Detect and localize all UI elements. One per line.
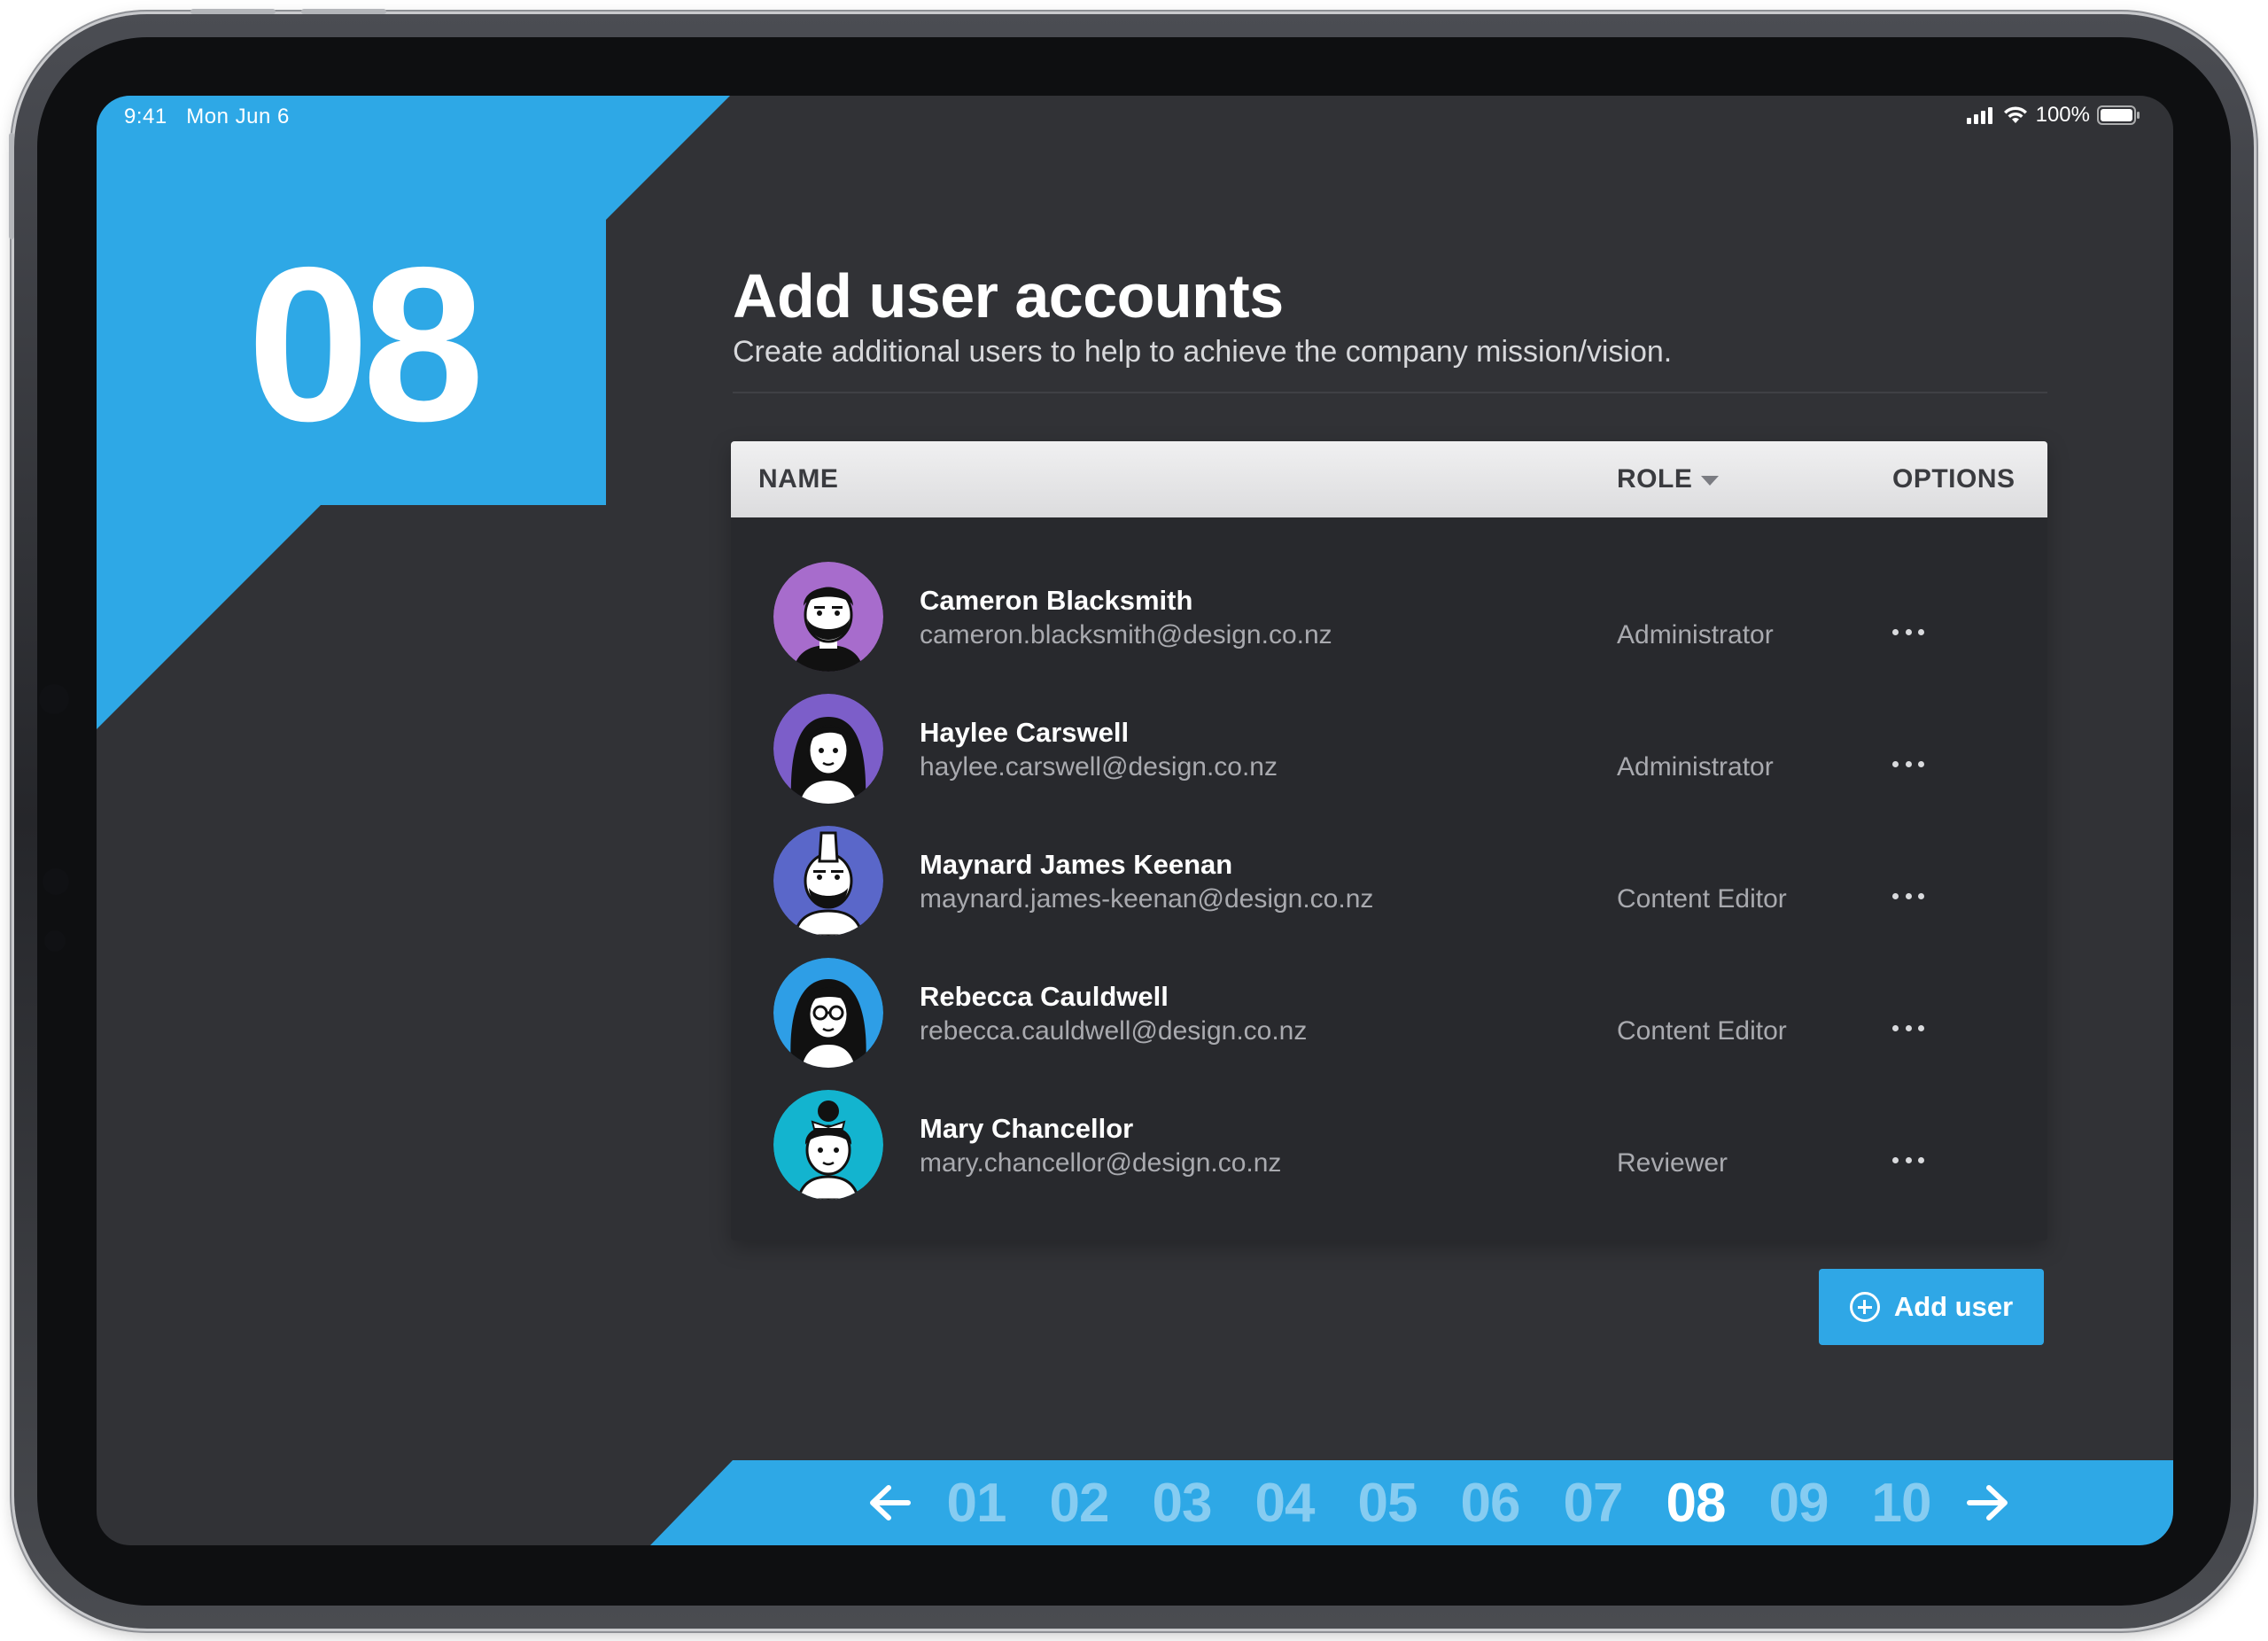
page-04[interactable]: 04 [1233, 1472, 1336, 1535]
table-row[interactable]: Maynard James Keenan maynard.james-keena… [731, 813, 2047, 945]
more-options-icon[interactable] [1892, 1025, 1924, 1034]
sensor-dot [43, 868, 69, 895]
table-row[interactable]: Cameron Blacksmith cameron.blacksmith@de… [731, 549, 2047, 681]
avatar [773, 562, 883, 672]
sort-caret-icon [1701, 475, 1720, 486]
page-10[interactable]: 10 [1850, 1472, 1953, 1535]
page-02[interactable]: 02 [1028, 1472, 1130, 1535]
column-header-name[interactable]: NAME [758, 464, 838, 494]
status-date: Mon Jun 6 [186, 105, 290, 128]
page-03[interactable]: 03 [1130, 1472, 1233, 1535]
column-header-role[interactable]: ROLE [1617, 464, 1720, 494]
user-name: Cameron Blacksmith [920, 585, 1193, 616]
avatar [773, 1090, 883, 1200]
battery-percent: 100% [2035, 103, 2090, 127]
avatar-illustration [773, 826, 883, 936]
status-time: 9:41 Mon Jun 6 [124, 105, 290, 129]
table-row[interactable]: Rebecca Cauldwell rebecca.cauldwell@desi… [731, 945, 2047, 1077]
more-options-icon[interactable] [1892, 761, 1924, 770]
battery-icon [2097, 105, 2140, 125]
table-row[interactable]: Mary Chancellor mary.chancellor@design.c… [731, 1077, 2047, 1209]
add-user-label: Add user [1893, 1291, 2014, 1322]
user-role: Content Editor [1617, 1016, 1787, 1046]
page-subtitle: Create additional users to help to achie… [733, 335, 1673, 369]
table-header: NAME ROLE OPTIONS [731, 441, 2047, 517]
plus-circle-icon [1849, 1292, 1880, 1322]
volume-button-top [190, 9, 276, 14]
avatar [773, 694, 883, 804]
user-email: haylee.carswell@design.co.nz [920, 752, 1278, 782]
more-options-icon[interactable] [1892, 629, 1924, 638]
page-title: Add user accounts [733, 261, 1284, 331]
avatar [773, 826, 883, 936]
page-01[interactable]: 01 [925, 1472, 1028, 1535]
page-05[interactable]: 05 [1336, 1472, 1439, 1535]
status-indicators: 100% [1966, 103, 2141, 128]
page-08[interactable]: 08 [1644, 1472, 1747, 1535]
app-screen: 9:41 Mon Jun 6 100% 08 Add user accounts… [97, 96, 2173, 1545]
status-clock: 9:41 [124, 105, 167, 128]
user-name: Mary Chancellor [920, 1113, 1134, 1144]
more-options-icon[interactable] [1892, 893, 1924, 902]
avatar-illustration [773, 1090, 883, 1200]
user-email: rebecca.cauldwell@design.co.nz [920, 1016, 1308, 1046]
user-role: Administrator [1617, 752, 1774, 782]
avatar [773, 958, 883, 1068]
cellular-signal-icon [1966, 107, 1992, 124]
table-row[interactable]: Haylee Carswell haylee.carswell@design.c… [731, 681, 2047, 813]
step-pager: 01 02 03 04 05 06 07 08 09 10 [854, 1466, 2023, 1540]
column-header-options: OPTIONS [1892, 464, 2016, 494]
side-button [9, 133, 14, 239]
column-header-role-label: ROLE [1617, 464, 1693, 494]
page-09[interactable]: 09 [1747, 1472, 1850, 1535]
user-name: Haylee Carswell [920, 717, 1130, 748]
next-arrow-icon[interactable] [1953, 1466, 2023, 1540]
user-role: Content Editor [1617, 884, 1787, 914]
user-name: Rebecca Cauldwell [920, 981, 1169, 1012]
user-name: Maynard James Keenan [920, 849, 1233, 880]
user-email: cameron.blacksmith@design.co.nz [920, 620, 1332, 649]
user-email: maynard.james-keenan@design.co.nz [920, 884, 1374, 914]
page-07[interactable]: 07 [1542, 1472, 1644, 1535]
page-06[interactable]: 06 [1439, 1472, 1542, 1535]
avatar-illustration [773, 958, 883, 1068]
users-table: NAME ROLE OPTIONS Cameron Blacksmith cam… [731, 441, 2047, 1240]
prev-arrow-icon[interactable] [854, 1466, 925, 1540]
more-options-icon[interactable] [1892, 1157, 1924, 1166]
add-user-button[interactable]: Add user [1819, 1269, 2044, 1345]
camera-dot [39, 684, 69, 714]
user-role: Administrator [1617, 620, 1774, 649]
wifi-icon [2003, 106, 2027, 123]
user-role: Reviewer [1617, 1148, 1728, 1178]
sensor-dot-2 [44, 930, 66, 952]
user-email: mary.chancellor@design.co.nz [920, 1148, 1282, 1178]
volume-button-top-2 [301, 9, 386, 14]
title-divider [733, 392, 2047, 393]
step-number: 08 [247, 221, 485, 467]
avatar-illustration [773, 694, 883, 804]
avatar-illustration [773, 562, 883, 672]
